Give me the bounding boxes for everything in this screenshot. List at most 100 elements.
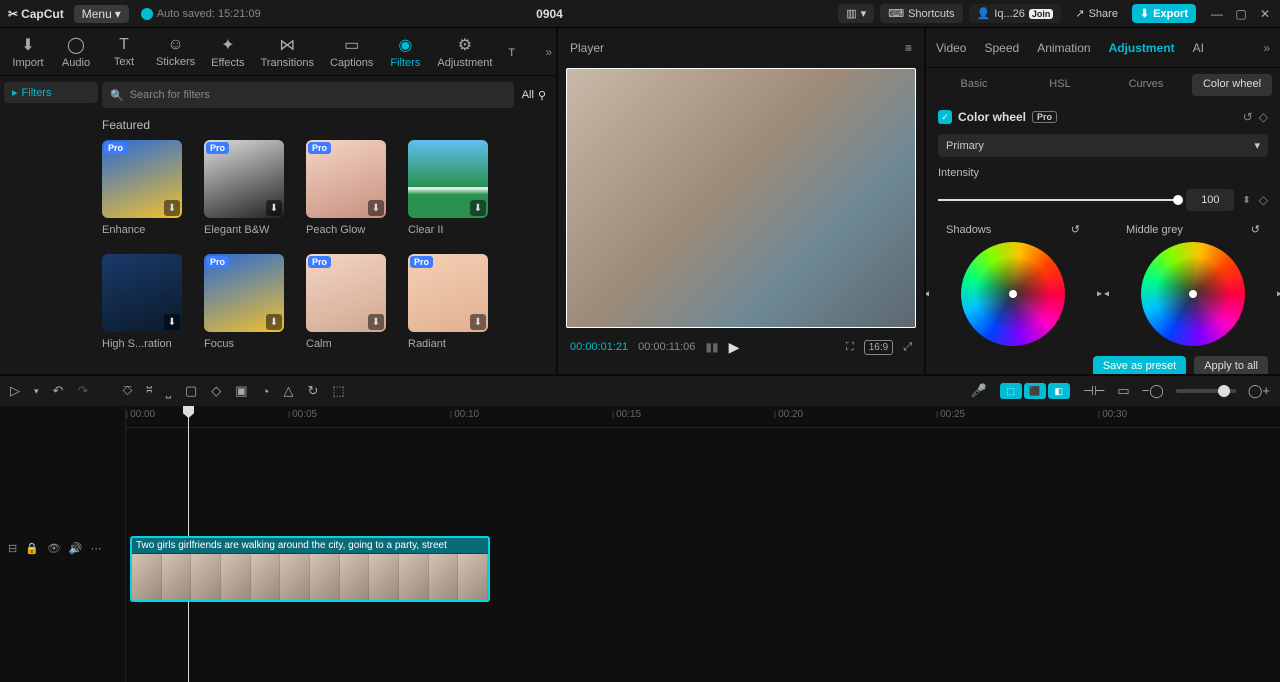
tabs-overflow-button[interactable]: » bbox=[545, 45, 552, 59]
sidebar-item-filters[interactable]: ▸Filters bbox=[4, 82, 98, 103]
maximize-button[interactable]: ▢ bbox=[1230, 4, 1252, 24]
layout-button[interactable]: ▥▾ bbox=[838, 4, 874, 23]
menu-button[interactable]: Menu ▾ bbox=[74, 5, 129, 23]
rtab-video[interactable]: Video bbox=[936, 41, 966, 55]
track-mode-2[interactable]: ⬛ bbox=[1024, 383, 1046, 399]
export-button[interactable]: ⬇Export bbox=[1132, 4, 1196, 23]
play-button[interactable]: ▶ bbox=[729, 339, 740, 356]
video-clip[interactable]: Two girls girlfriends are walking around… bbox=[130, 536, 490, 602]
track-more-icon[interactable]: ⋯ bbox=[91, 542, 102, 555]
redo-button[interactable]: ↷ bbox=[77, 383, 88, 399]
filter-card[interactable]: Pro⬇Calm bbox=[306, 254, 386, 350]
filter-card[interactable]: Pro⬇Focus bbox=[204, 254, 284, 350]
intensity-value[interactable]: 100 bbox=[1186, 189, 1234, 211]
tab-filters[interactable]: ◉Filters bbox=[381, 31, 429, 73]
rtab-ai[interactable]: AI bbox=[1193, 41, 1204, 55]
subtab-colorwheel[interactable]: Color wheel bbox=[1192, 74, 1272, 96]
project-name[interactable]: 0904 bbox=[267, 7, 833, 21]
apply-all-button[interactable]: Apply to all bbox=[1194, 356, 1268, 374]
midgrey-color-wheel[interactable] bbox=[1141, 242, 1245, 346]
chevron-down-icon[interactable]: ▾ bbox=[34, 386, 39, 397]
mirror-icon[interactable]: △ bbox=[283, 383, 293, 399]
undo-button[interactable]: ↶ bbox=[53, 383, 64, 399]
split-left-icon[interactable]: ⎶ bbox=[147, 383, 152, 399]
timeline-tracks-area[interactable]: 00:0000:0500:1000:1500:2000:2500:30 ✎ Co… bbox=[126, 406, 1280, 682]
minimize-button[interactable]: — bbox=[1206, 4, 1228, 24]
reset-icon[interactable]: ↺ bbox=[1251, 223, 1260, 236]
player-menu-icon[interactable]: ≡ bbox=[905, 41, 912, 55]
filter-card[interactable]: Pro⬇Enhance bbox=[102, 140, 182, 236]
filter-card[interactable]: ⬇High S...ration bbox=[102, 254, 182, 350]
tab-effects[interactable]: ✦Effects bbox=[203, 31, 252, 73]
subtab-curves[interactable]: Curves bbox=[1106, 74, 1186, 96]
intensity-stepper[interactable]: ⬍ bbox=[1242, 195, 1250, 206]
chevron-left-icon[interactable]: ◂ bbox=[926, 289, 929, 300]
keyframe-icon[interactable]: ◇ bbox=[1259, 110, 1268, 124]
tab-stickers[interactable]: ☺Stickers bbox=[148, 32, 203, 72]
crop-icon[interactable]: ⛶ bbox=[846, 341, 854, 354]
magnet-icon[interactable]: ⊣⊢ bbox=[1083, 383, 1106, 399]
download-icon[interactable]: ⬇ bbox=[266, 314, 282, 330]
rtab-adjustment[interactable]: Adjustment bbox=[1109, 41, 1175, 55]
subtab-hsl[interactable]: HSL bbox=[1020, 74, 1100, 96]
filter-card[interactable]: Pro⬇Peach Glow bbox=[306, 140, 386, 236]
tab-transitions[interactable]: ⋈Transitions bbox=[253, 31, 322, 73]
shadows-color-wheel[interactable] bbox=[961, 242, 1065, 346]
colorwheel-toggle[interactable]: ✓ bbox=[938, 110, 952, 124]
colorwheel-mode-select[interactable]: Primary ▾ bbox=[938, 134, 1268, 157]
shortcuts-button[interactable]: ⌨Shortcuts bbox=[880, 4, 962, 23]
tab-audio[interactable]: ◯Audio bbox=[52, 31, 100, 73]
reset-icon[interactable]: ↺ bbox=[1071, 223, 1080, 236]
tab-text[interactable]: TText bbox=[100, 32, 148, 72]
download-icon[interactable]: ⬇ bbox=[266, 200, 282, 216]
rotate-icon[interactable]: ↻ bbox=[307, 383, 318, 399]
visibility-icon[interactable]: 👁 bbox=[47, 542, 61, 555]
filter-all-button[interactable]: All⚲ bbox=[522, 89, 546, 102]
chevron-left-icon[interactable]: ◂ bbox=[1104, 289, 1109, 300]
player-viewport[interactable] bbox=[566, 68, 916, 328]
reset-icon[interactable]: ↺ bbox=[1243, 110, 1253, 124]
compare-icon[interactable]: ▮▮ bbox=[705, 340, 718, 354]
filter-card[interactable]: ⬇Clear II bbox=[408, 140, 488, 236]
zoom-in-icon[interactable]: ◯+ bbox=[1248, 383, 1270, 399]
close-button[interactable]: ✕ bbox=[1254, 4, 1276, 24]
split-right-icon[interactable]: ⎵ bbox=[166, 383, 171, 399]
filter-card[interactable]: Pro⬇Elegant B&W bbox=[204, 140, 284, 236]
tab-import[interactable]: ⬇Import bbox=[4, 31, 52, 73]
search-input[interactable]: 🔍 Search for filters bbox=[102, 82, 514, 108]
rtab-animation[interactable]: Animation bbox=[1037, 41, 1090, 55]
filter-card[interactable]: Pro⬇Radiant bbox=[408, 254, 488, 350]
tabs-overflow-icon[interactable]: » bbox=[1263, 41, 1270, 55]
crop-icon[interactable]: ⬚ bbox=[332, 383, 344, 399]
rtab-speed[interactable]: Speed bbox=[984, 41, 1019, 55]
delete-icon[interactable]: ▢ bbox=[185, 383, 197, 399]
download-icon[interactable]: ⬇ bbox=[368, 314, 384, 330]
tab-adjustment[interactable]: ⚙Adjustment bbox=[429, 31, 500, 73]
chevron-right-icon[interactable]: ▸ bbox=[1097, 289, 1102, 300]
download-icon[interactable]: ⬇ bbox=[368, 200, 384, 216]
aspect-ratio-button[interactable]: 16:9 bbox=[864, 340, 893, 355]
lock-icon[interactable]: 🔒 bbox=[25, 542, 39, 555]
intensity-keyframe-icon[interactable]: ◇ bbox=[1259, 193, 1268, 207]
mic-icon[interactable]: 🎤 bbox=[971, 383, 987, 399]
save-preset-button[interactable]: Save as preset bbox=[1093, 356, 1186, 374]
tab-captions[interactable]: ▭Captions bbox=[322, 31, 381, 73]
download-icon[interactable]: ⬇ bbox=[470, 200, 486, 216]
download-icon[interactable]: ⬇ bbox=[470, 314, 486, 330]
zoom-out-icon[interactable]: −◯ bbox=[1142, 383, 1164, 399]
selection-tool-icon[interactable]: ▷ bbox=[10, 383, 20, 399]
user-chip[interactable]: 👤 Iq...26 Join bbox=[969, 4, 1062, 23]
download-icon[interactable]: ⬇ bbox=[164, 200, 180, 216]
track-collapse-icon[interactable]: ⊟ bbox=[8, 542, 17, 555]
fullscreen-icon[interactable]: ⤢ bbox=[903, 341, 912, 354]
split-icon[interactable]: ⎏ bbox=[122, 383, 132, 399]
speed-icon[interactable]: ◔ bbox=[262, 384, 270, 399]
download-icon[interactable]: ⬇ bbox=[164, 314, 180, 330]
intensity-slider[interactable] bbox=[938, 199, 1178, 201]
timeline-ruler[interactable]: 00:0000:0500:1000:1500:2000:2500:30 bbox=[126, 406, 1280, 428]
link-icon[interactable]: ▭ bbox=[1117, 383, 1129, 399]
duplicate-icon[interactable]: ▣ bbox=[235, 383, 247, 399]
zoom-slider[interactable] bbox=[1176, 389, 1236, 393]
track-mode-3[interactable]: ◧ bbox=[1048, 383, 1070, 399]
mute-icon[interactable]: 🔊 bbox=[69, 542, 83, 555]
